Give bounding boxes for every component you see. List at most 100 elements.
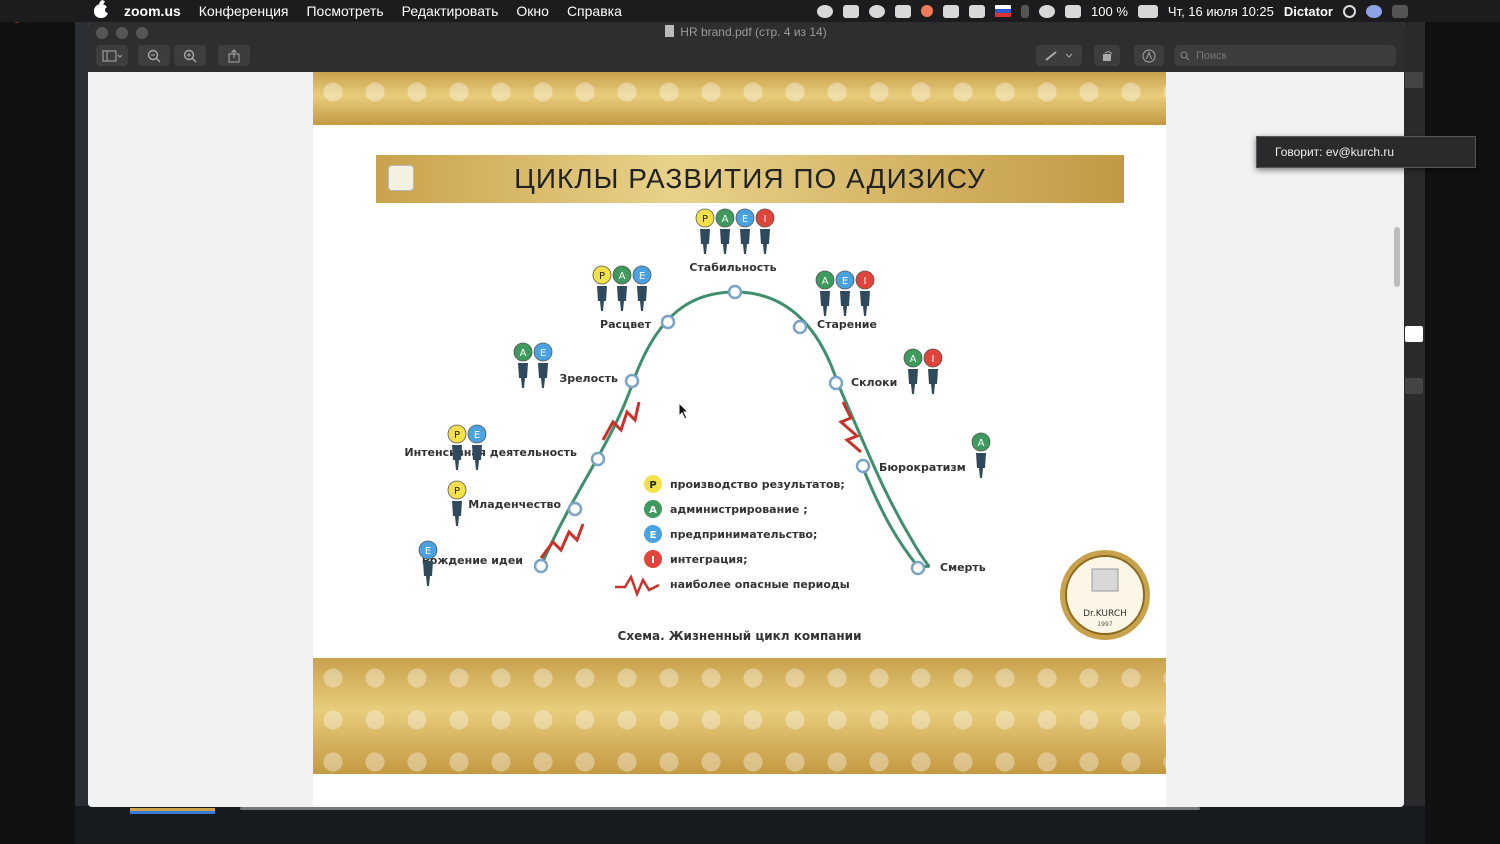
bluetooth-icon[interactable]	[1021, 4, 1030, 18]
person-letter: E	[474, 430, 480, 441]
cloud-icon[interactable]	[817, 4, 834, 18]
zoom-out-icon	[147, 49, 161, 62]
document-view[interactable]: ЦИКЛЫ РАЗВИТИЯ ПО АДИЗИСУ Рождение идеи …	[88, 72, 1404, 807]
markup-pen-button[interactable]	[1036, 45, 1082, 66]
gear-icon[interactable]	[869, 4, 886, 18]
search-input[interactable]: Поиск	[1174, 45, 1396, 66]
apple-logo-icon[interactable]	[94, 4, 111, 18]
person-letter: A	[520, 348, 527, 359]
active-speaker-tooltip: Говорит: ev@kurch.ru	[1256, 136, 1476, 168]
legend-a-text: администрирование ;	[670, 503, 808, 516]
sidebar-toggle-button[interactable]	[96, 45, 128, 66]
horizontal-scrollbar[interactable]	[240, 807, 1200, 810]
person-letter: E	[639, 271, 645, 282]
dr-kurch-seal: Dr.KURCH 1997	[1060, 550, 1150, 640]
menu-edit[interactable]: Редактировать	[402, 3, 499, 19]
stage-intense-label: Интенсивная деятельность	[404, 446, 577, 459]
window-title: HR brand.pdf (стр. 4 из 14)	[88, 25, 1404, 39]
keyboard-icon[interactable]	[969, 4, 986, 18]
spotlight-search-icon[interactable]	[1343, 4, 1356, 18]
battery-icon[interactable]	[1137, 4, 1158, 18]
stage-decline-label: Склоки	[851, 376, 897, 389]
person-figure-i: I	[923, 348, 943, 394]
node-intense	[590, 451, 606, 467]
background-bottom	[75, 806, 1425, 844]
search-icon	[1180, 51, 1190, 60]
person-figure-a: A	[612, 265, 632, 311]
user-name[interactable]: Dictator	[1284, 4, 1333, 19]
screenshot-tool-icon[interactable]	[843, 4, 860, 18]
node-prime	[660, 314, 676, 330]
person-letter: I	[932, 354, 935, 365]
volume-icon[interactable]	[1065, 4, 1082, 18]
person-letter: A	[619, 271, 626, 282]
legend-marker-i-letter: I	[651, 555, 655, 566]
preview-window: HR brand.pdf (стр. 4 из 14) Поиск ЦИКЛЫ …	[88, 22, 1404, 807]
node-aging	[792, 319, 808, 335]
window-titlebar: HR brand.pdf (стр. 4 из 14) Поиск	[88, 22, 1404, 72]
stage-bureaucracy-label: Бюрократизм	[879, 461, 966, 474]
menu-window[interactable]: Окно	[516, 3, 549, 19]
node-decline	[828, 375, 844, 391]
input-language-flag-icon[interactable]	[995, 5, 1012, 17]
battery-percent[interactable]: 100 %	[1091, 4, 1128, 19]
person-figure-p: P	[447, 480, 467, 526]
search-placeholder: Поиск	[1196, 49, 1227, 62]
stage-infancy-label: Младенчество	[468, 498, 561, 511]
vertical-scrollbar[interactable]	[1394, 227, 1400, 287]
person-letter: E	[742, 214, 748, 225]
zoom-in-icon	[183, 49, 197, 62]
person-figure-a: A	[815, 270, 835, 316]
curve-tail	[861, 467, 921, 569]
bg-strip	[1405, 326, 1423, 342]
stage-birth-label: Рождение идеи	[422, 554, 523, 567]
notification-center-icon[interactable]	[1392, 4, 1408, 18]
app-badge-icon[interactable]	[921, 5, 934, 17]
person-figure-i: I	[755, 208, 775, 254]
menu-view[interactable]: Посмотреть	[306, 3, 383, 19]
menu-help[interactable]: Справка	[567, 3, 622, 19]
bg-strip	[1405, 378, 1423, 394]
stage-maturity-label: Зрелость	[559, 372, 618, 385]
sidebar-icon	[102, 50, 122, 61]
zoom-out-button[interactable]	[138, 45, 170, 66]
person-letter: P	[454, 430, 460, 441]
siri-icon[interactable]	[1366, 4, 1382, 18]
person-figure-e: E	[632, 265, 652, 311]
menu-app-name[interactable]: zoom.us	[124, 3, 181, 19]
lifecycle-curve	[539, 290, 931, 570]
seal-year: 1997	[1097, 621, 1112, 628]
legend-e-text: предпринимательство;	[670, 528, 817, 541]
zoom-in-button[interactable]	[174, 45, 206, 66]
person-letter: I	[764, 214, 767, 225]
legend-marker-e-letter: E	[650, 530, 657, 541]
node-stability	[727, 284, 743, 300]
person-figure-a: A	[513, 342, 533, 388]
person-letter: A	[822, 276, 829, 287]
seal-name: Dr.KURCH	[1083, 609, 1127, 619]
wifi-icon[interactable]	[1039, 4, 1056, 18]
rotate-button[interactable]	[1094, 45, 1120, 66]
legend-i-text: интеграция;	[670, 553, 748, 566]
node-maturity	[624, 373, 640, 389]
macos-menu-bar: zoom.us Конференция Посмотреть Редактиро…	[0, 0, 1500, 22]
mouse-cursor-icon	[678, 402, 690, 420]
lock-icon[interactable]	[895, 4, 912, 18]
legend-danger-text: наиболее опасные периоды	[670, 578, 850, 591]
legend-danger-zigzag	[615, 574, 660, 598]
person-figure-e: E	[735, 208, 755, 254]
person-letter: E	[540, 348, 546, 359]
thumb-strip-underline	[130, 808, 215, 814]
person-letter: A	[910, 354, 917, 365]
annotate-button[interactable]	[1134, 45, 1164, 66]
clock[interactable]: Чт, 16 июля 10:25	[1168, 4, 1274, 19]
share-button[interactable]	[218, 45, 250, 66]
person-figure-a: A	[715, 208, 735, 254]
menu-conference[interactable]: Конференция	[199, 3, 289, 19]
node-birth	[533, 558, 549, 574]
window-title-text: HR brand.pdf (стр. 4 из 14)	[680, 25, 827, 39]
pen-icon[interactable]	[943, 4, 960, 18]
legend: P производство результатов; A администри…	[615, 475, 850, 598]
legend-marker-a-letter: A	[649, 505, 657, 516]
person-letter: A	[722, 214, 729, 225]
